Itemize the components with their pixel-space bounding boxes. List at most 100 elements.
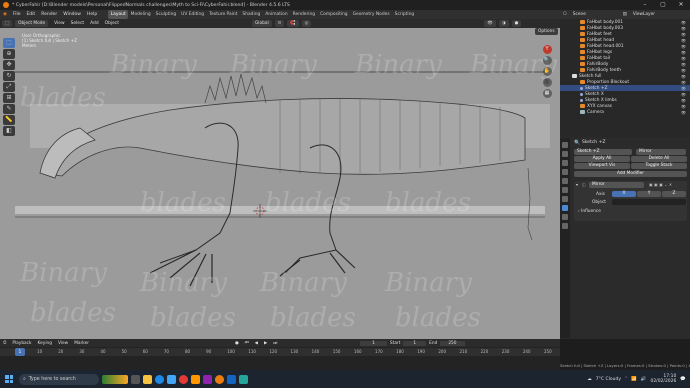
zoom-icon[interactable]: 🔍 xyxy=(542,56,552,65)
modifier-toggle-icons[interactable]: ▣ ▣ ▣ ⌄ ✕ xyxy=(649,182,672,187)
tab-sculpting[interactable]: Sculpting xyxy=(153,10,179,19)
tab-modeling[interactable]: Modeling xyxy=(128,10,153,19)
influence-panel-toggle[interactable]: › Influence xyxy=(578,209,601,214)
chevron-down-icon[interactable]: ▾ xyxy=(576,182,578,187)
menu-keying[interactable]: Keying xyxy=(35,341,55,346)
close-icon[interactable]: ✕ xyxy=(672,0,690,10)
tab-shading[interactable]: Shading xyxy=(240,10,263,19)
minimize-icon[interactable]: – xyxy=(636,0,654,10)
clock[interactable]: 17:10 02/02/2026 xyxy=(650,374,676,384)
shading-solid-icon[interactable]: ● xyxy=(511,20,522,27)
eye-icon[interactable]: 👁 xyxy=(681,80,686,85)
mode-dropdown[interactable]: Object Mode xyxy=(15,20,49,27)
object-tab-icon[interactable] xyxy=(562,196,568,202)
tab-texture-paint[interactable]: Texture Paint xyxy=(207,10,240,19)
vlc-icon[interactable] xyxy=(191,374,200,384)
add-modifier-button[interactable]: Add Modifier xyxy=(574,171,687,177)
eye-icon[interactable]: 👁 xyxy=(681,98,686,103)
eye-icon[interactable]: 👁 xyxy=(681,26,686,31)
chrome-icon[interactable] xyxy=(179,374,188,384)
eye-icon[interactable]: 👁 xyxy=(681,56,686,61)
material-tab-icon[interactable] xyxy=(562,223,568,229)
task-view-icon[interactable] xyxy=(131,374,140,384)
grid-icon[interactable]: ▦ xyxy=(542,89,552,98)
blender-menu-icon[interactable]: ◉ xyxy=(0,12,10,17)
select-box-icon[interactable]: ⬚ xyxy=(3,38,15,48)
delete-all-button[interactable]: Delete All xyxy=(631,156,687,162)
camera-icon[interactable]: 🎥 xyxy=(542,78,552,87)
editor-type-icon[interactable]: ⏱ xyxy=(0,341,9,346)
menu-select[interactable]: Select xyxy=(68,21,88,26)
tab-animation[interactable]: Animation xyxy=(263,10,290,19)
frame-ruler[interactable]: 10 20 30 40 50 60 70 80 90 100 110 120 130 140 150 160 1… xyxy=(0,348,560,356)
add-modifier-dropdown[interactable]: Mirror xyxy=(636,149,686,155)
viewport-vis-button[interactable]: Viewport Vis xyxy=(574,163,630,169)
menu-object[interactable]: Object xyxy=(102,21,122,26)
modifier-name-field[interactable]: Mirror xyxy=(589,182,644,188)
windows-start-icon[interactable] xyxy=(5,375,13,383)
network-icon[interactable]: 📶 xyxy=(631,377,637,382)
apply-all-button[interactable]: Apply All xyxy=(574,156,630,162)
eye-icon[interactable]: 👁 xyxy=(681,68,686,73)
transform-icon[interactable]: ⊞ xyxy=(3,93,15,103)
eye-icon[interactable]: 👁 xyxy=(681,86,686,91)
current-frame-indicator[interactable]: 1 xyxy=(15,348,25,356)
world-tab-icon[interactable] xyxy=(562,187,568,193)
menu-view[interactable]: View xyxy=(51,21,67,26)
data-tab-icon[interactable] xyxy=(562,214,568,220)
notification-icon[interactable]: 💬 xyxy=(680,377,686,382)
app-icon[interactable] xyxy=(203,374,212,384)
properties-search-icon[interactable]: 🔍 xyxy=(574,140,580,146)
scene-field[interactable]: Scene xyxy=(570,12,620,17)
eye-icon[interactable]: 👁 xyxy=(681,104,686,109)
tray-chevron-icon[interactable]: ˄ xyxy=(625,377,627,382)
eye-icon[interactable]: 👁 xyxy=(681,92,686,97)
object-name-field[interactable]: Sketch +Z xyxy=(582,140,605,145)
axis-y-toggle[interactable]: Y xyxy=(637,191,661,197)
modifier-tab-icon[interactable] xyxy=(562,205,568,211)
menu-view[interactable]: View xyxy=(55,341,71,346)
tab-uv-editing[interactable]: UV Editing xyxy=(179,10,207,19)
tab-layout[interactable]: Layout xyxy=(108,10,129,19)
volume-icon[interactable]: 🔊 xyxy=(641,377,647,382)
weather-text[interactable]: 7°C Cloudy xyxy=(596,377,621,382)
store-icon[interactable] xyxy=(167,374,176,384)
output-tab-icon[interactable] xyxy=(562,160,568,166)
toggle-stack-button[interactable]: Toggle Stack xyxy=(631,163,687,169)
play-icon[interactable]: ▶ xyxy=(261,341,270,346)
record-icon[interactable]: ● xyxy=(232,341,242,346)
visibility-icon[interactable]: 👁 xyxy=(484,20,496,27)
measure-icon[interactable]: 📏 xyxy=(3,115,15,125)
tab-geometry-nodes[interactable]: Geometry Nodes xyxy=(350,10,392,19)
eye-icon[interactable]: 👁 xyxy=(681,32,686,37)
play-reverse-icon[interactable]: ◀ xyxy=(252,341,261,346)
blender-taskbar-icon[interactable] xyxy=(215,374,224,384)
pivot-icon[interactable]: ⊙ xyxy=(274,20,285,27)
axis-z-toggle[interactable]: Z xyxy=(662,191,686,197)
menu-window[interactable]: Window xyxy=(60,12,84,17)
pan-hand-icon[interactable]: ✋ xyxy=(542,67,552,76)
eye-icon[interactable]: 👁 xyxy=(681,44,686,49)
render-tab-icon[interactable] xyxy=(562,151,568,157)
taskbar-search[interactable]: ⌕ Type here to search xyxy=(19,373,99,385)
menu-marker[interactable]: Marker xyxy=(71,341,92,346)
end-frame-field[interactable]: 250 xyxy=(440,340,465,346)
maximize-icon[interactable]: ▢ xyxy=(654,0,672,10)
annotate-icon[interactable]: ✎ xyxy=(3,104,15,114)
file-explorer-icon[interactable] xyxy=(143,374,152,384)
menu-edit[interactable]: Edit xyxy=(23,12,38,17)
add-cube-icon[interactable]: ◧ xyxy=(3,126,15,136)
jump-end-icon[interactable]: ⏭ xyxy=(270,341,280,346)
snap-icon[interactable]: 🧲 xyxy=(287,20,299,27)
menu-playback[interactable]: Playback xyxy=(9,341,34,346)
eye-icon[interactable]: 👁 xyxy=(681,74,686,79)
jump-start-icon[interactable]: ⏮ xyxy=(242,341,252,346)
start-frame-field[interactable]: 1 xyxy=(403,340,427,346)
edge-icon[interactable] xyxy=(155,374,164,384)
current-frame-field[interactable]: 1 xyxy=(360,340,387,346)
3d-viewport[interactable]: Binary Binary Binary Binary blades blade… xyxy=(0,28,560,339)
menu-add[interactable]: Add xyxy=(87,21,102,26)
tool-tab-icon[interactable] xyxy=(562,142,568,148)
eye-icon[interactable]: 👁 xyxy=(681,110,686,115)
menu-file[interactable]: File xyxy=(10,12,24,17)
